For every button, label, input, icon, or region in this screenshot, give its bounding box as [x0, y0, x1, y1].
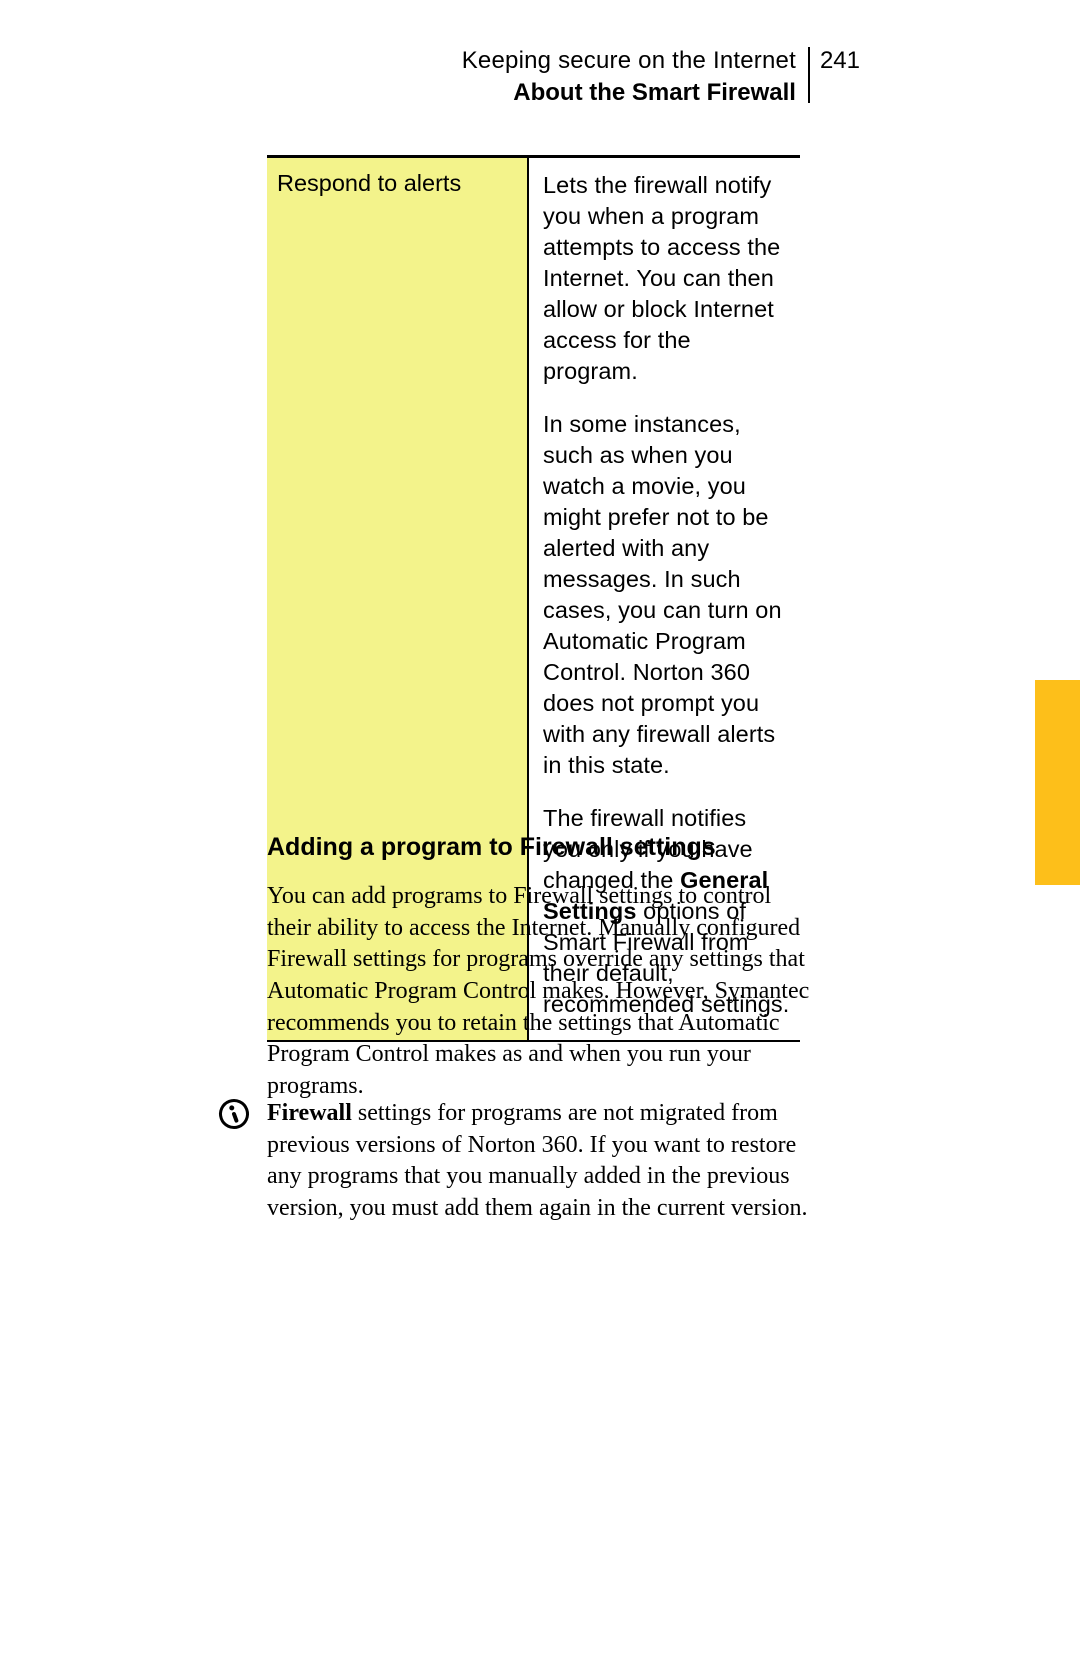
header-top-line: Keeping secure on the Internet About the… — [462, 45, 860, 110]
header-text-block: Keeping secure on the Internet About the… — [462, 45, 796, 110]
body-paragraph-1: You can add programs to Firewall setting… — [267, 881, 812, 1103]
body-paragraph-2: Firewall settings for programs are not m… — [267, 1098, 812, 1225]
subheading: Adding a program to Firewall settings — [267, 833, 716, 862]
side-tab — [1035, 680, 1080, 885]
feature-paragraph-1: Lets the firewall notify you when a prog… — [543, 170, 790, 387]
notice-icon — [219, 1099, 249, 1129]
chapter-title: Keeping secure on the Internet — [462, 45, 796, 77]
page-number: 241 — [820, 45, 860, 76]
firewall-bold: Firewall — [267, 1100, 352, 1126]
page-header: Keeping secure on the Internet About the… — [462, 45, 860, 110]
page: Keeping secure on the Internet About the… — [0, 0, 1080, 1680]
header-divider — [808, 47, 810, 103]
section-title: About the Smart Firewall — [462, 77, 796, 109]
feature-paragraph-2: In some instances, such as when you watc… — [543, 409, 790, 781]
